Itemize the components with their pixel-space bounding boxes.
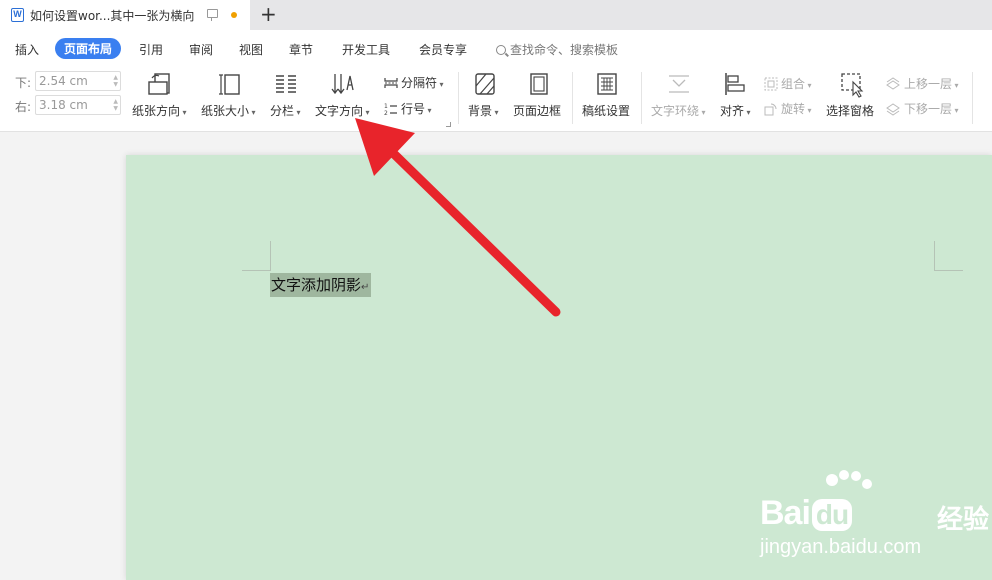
- watermark-brand: Bai du: [760, 494, 853, 533]
- watermark-url: jingyan.baidu.com: [760, 536, 922, 558]
- wps-window: W 如何设置wor...其中一张为横向 + 插入 页面布局 引用 审阅 视图 章…: [0, 0, 992, 580]
- watermark-suffix: 经验: [937, 505, 990, 535]
- baidu-jingyan-watermark: Bai du 经验 jingyan.baidu.com: [760, 470, 989, 570]
